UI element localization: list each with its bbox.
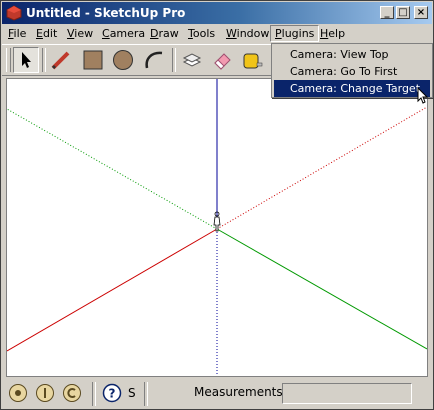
green-axis-line xyxy=(216,228,427,350)
make-component-tool-button[interactable] xyxy=(179,47,205,73)
pencil-tool-button[interactable] xyxy=(48,47,74,73)
circle-tool-button[interactable] xyxy=(110,47,136,73)
menu-window[interactable]: Window xyxy=(222,26,273,42)
make-component-icon xyxy=(182,53,202,67)
status-divider xyxy=(144,382,148,406)
arc-icon xyxy=(145,51,163,69)
toolbar-separator xyxy=(42,48,46,72)
rectangle-icon xyxy=(83,50,103,70)
toolbar-separator xyxy=(172,48,176,72)
tape-measure-icon xyxy=(243,53,263,69)
plugins-dropdown-menu: Camera: View Top Camera: Go To First Sce… xyxy=(271,43,433,98)
measurements-input[interactable] xyxy=(282,383,412,404)
drawing-viewport[interactable] xyxy=(6,78,428,377)
red-axis-hidden-line xyxy=(216,106,427,230)
select-tool-button[interactable] xyxy=(13,47,39,73)
sketchup-logo-icon xyxy=(6,5,22,21)
eraser-tool-button[interactable] xyxy=(209,47,235,73)
geo-location-icon[interactable] xyxy=(8,383,28,403)
mouse-cursor-icon xyxy=(417,87,429,104)
menu-plugins[interactable]: Plugins xyxy=(270,25,320,42)
menu-tools[interactable]: Tools xyxy=(184,26,219,42)
title-bar[interactable]: Untitled - SketchUp Pro _ □ × xyxy=(2,2,432,24)
tape-measure-tool-button[interactable] xyxy=(239,47,265,73)
menu-draw[interactable]: Draw xyxy=(146,26,183,42)
green-axis-hidden-line xyxy=(7,108,218,230)
menu-file[interactable]: File xyxy=(4,26,30,42)
svg-text:?: ? xyxy=(109,387,116,401)
menu-bar: File Edit View Camera Draw Tools Window … xyxy=(2,24,432,43)
minimize-button[interactable]: _ xyxy=(380,6,394,19)
help-icon[interactable]: ? xyxy=(102,383,122,403)
axes-canvas xyxy=(7,79,427,376)
menu-edit[interactable]: Edit xyxy=(32,26,61,42)
arc-tool-button[interactable] xyxy=(141,47,167,73)
circle-icon xyxy=(113,50,133,70)
select-icon xyxy=(22,52,31,68)
menu-view[interactable]: View xyxy=(63,26,97,42)
toolbar-grip[interactable] xyxy=(6,48,11,72)
pencil-icon xyxy=(51,51,70,70)
rectangle-tool-button[interactable] xyxy=(80,47,106,73)
status-text: S xyxy=(128,386,136,400)
menu-item-camera-go-to-first-scene[interactable]: Camera: Go To First Scene xyxy=(274,63,430,95)
sign-in-icon[interactable] xyxy=(62,383,82,403)
menu-item-camera-change-target[interactable]: Camera: Change Target xyxy=(274,80,430,97)
maximize-button[interactable]: □ xyxy=(396,6,410,19)
close-button[interactable]: × xyxy=(414,6,428,19)
status-bar: ? S Measurements xyxy=(2,379,432,409)
eraser-icon xyxy=(214,53,231,70)
sketchup-window: Untitled - SketchUp Pro _ □ × File Edit … xyxy=(0,0,434,410)
menu-help[interactable]: Help xyxy=(316,26,349,42)
red-axis-line xyxy=(7,228,218,352)
status-divider xyxy=(92,382,96,406)
measurements-label: Measurements xyxy=(194,385,283,399)
menu-item-camera-view-top[interactable]: Camera: View Top xyxy=(274,46,430,63)
credits-icon[interactable] xyxy=(35,383,55,403)
menu-camera[interactable]: Camera xyxy=(98,26,149,42)
window-title: Untitled - SketchUp Pro xyxy=(26,6,186,20)
